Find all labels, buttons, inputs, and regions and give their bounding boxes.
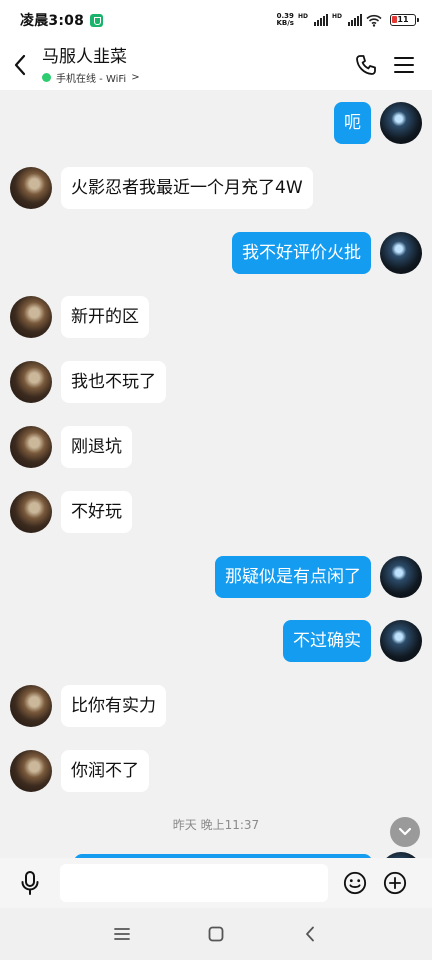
battery-icon: 11 xyxy=(390,14,419,26)
friend-avatar[interactable] xyxy=(10,685,52,727)
nav-home-icon xyxy=(208,926,224,942)
menu-icon xyxy=(394,57,414,73)
more-menu-button[interactable] xyxy=(392,53,416,77)
message-bubble[interactable]: 比你有实力 xyxy=(61,685,166,727)
message-bubble[interactable]: 刚退坑 xyxy=(61,426,132,468)
message-incoming: 新开的区 xyxy=(10,296,149,338)
friend-avatar[interactable] xyxy=(10,361,52,403)
message-outgoing: 我不好评价火批 xyxy=(232,232,422,274)
add-icon xyxy=(383,871,407,895)
network-speed: 0.39 KB/s xyxy=(276,13,293,27)
message-bubble[interactable]: 你润不了 xyxy=(61,750,149,792)
message-outgoing: 那疑似是有点闲了 xyxy=(215,556,422,598)
back-button[interactable] xyxy=(0,40,40,90)
nav-back-button[interactable] xyxy=(298,922,322,946)
emoji-button[interactable] xyxy=(343,871,367,895)
hd-label-2: HD xyxy=(331,13,342,20)
contact-status: 手机在线 - WiFi > xyxy=(42,70,140,85)
system-nav-bar xyxy=(0,908,432,960)
message-incoming: 我也不玩了 xyxy=(10,361,166,403)
nav-menu-button[interactable] xyxy=(110,922,134,946)
message-bubble[interactable]: 我不好评价火批 xyxy=(232,232,371,274)
self-avatar[interactable] xyxy=(380,232,422,274)
scroll-to-bottom-button[interactable] xyxy=(390,817,420,847)
message-bubble[interactable]: 那疑似是有点闲了 xyxy=(215,556,371,598)
back-icon xyxy=(14,54,26,76)
chevron-right-icon: > xyxy=(131,71,140,83)
message-incoming: 你润不了 xyxy=(10,750,149,792)
message-incoming: 比你有实力 xyxy=(10,685,166,727)
message-incoming: 刚退坑 xyxy=(10,426,132,468)
signal-icon-2 xyxy=(348,14,362,26)
chat-area[interactable]: 呃 火影忍者我最近一个月充了4W 我不好评价火批 新开的区 我也不玩了 刚退坑 … xyxy=(0,90,432,858)
microphone-icon xyxy=(21,871,39,895)
network-speed-unit: KB/s xyxy=(276,19,294,27)
message-bubble[interactable]: 不过确实 xyxy=(283,620,371,662)
message-incoming: 不好玩 xyxy=(10,491,132,533)
message-bubble[interactable]: 我也不玩了 xyxy=(61,361,166,403)
contact-info[interactable]: 马服人韭菜 手机在线 - WiFi > xyxy=(42,46,140,85)
input-actions xyxy=(343,871,407,895)
message-bubble[interactable]: 火影忍者我最近一个月充了4W xyxy=(61,167,313,209)
add-button[interactable] xyxy=(383,871,407,895)
nav-back-icon xyxy=(306,926,314,942)
friend-avatar[interactable] xyxy=(10,750,52,792)
nav-home-button[interactable] xyxy=(204,922,228,946)
status-bar: 凌晨3:08 0.39 KB/s HD HD 11 xyxy=(0,0,432,40)
message-bubble[interactable]: 新开的区 xyxy=(61,296,149,338)
call-button[interactable] xyxy=(354,53,378,77)
chevron-down-icon xyxy=(398,827,412,836)
message-outgoing: 不过确实 xyxy=(283,620,422,662)
wifi-icon xyxy=(366,14,382,27)
security-shield-icon xyxy=(90,13,104,27)
contact-status-text: 手机在线 - WiFi xyxy=(56,73,127,85)
header-actions xyxy=(354,53,432,77)
friend-avatar[interactable] xyxy=(10,491,52,533)
contact-name: 马服人韭菜 xyxy=(42,46,127,67)
message-timestamp: 昨天 晚上11:37 xyxy=(172,818,260,832)
message-bubble[interactable]: 不好玩 xyxy=(61,491,132,533)
self-avatar[interactable] xyxy=(380,102,422,144)
friend-avatar[interactable] xyxy=(10,167,52,209)
emoji-icon xyxy=(343,871,367,895)
message-bubble[interactable]: 呃 xyxy=(334,102,371,144)
status-indicators: 0.39 KB/s HD HD 11 xyxy=(276,13,419,27)
voice-button[interactable] xyxy=(0,870,60,896)
chat-header: 马服人韭菜 手机在线 - WiFi > xyxy=(0,40,432,90)
signal-icon-1 xyxy=(313,14,328,26)
message-incoming: 火影忍者我最近一个月充了4W xyxy=(10,167,313,209)
hd-label-1: HD xyxy=(297,13,308,20)
message-input[interactable] xyxy=(60,864,328,902)
self-avatar[interactable] xyxy=(380,620,422,662)
phone-icon xyxy=(356,55,376,75)
friend-avatar[interactable] xyxy=(10,426,52,468)
message-input-bar xyxy=(0,858,432,908)
status-time: 凌晨3:08 xyxy=(20,13,85,29)
online-status-dot xyxy=(42,72,51,82)
self-avatar[interactable] xyxy=(380,556,422,598)
friend-avatar[interactable] xyxy=(10,296,52,338)
message-outgoing: 呃 xyxy=(334,102,422,144)
nav-menu-icon xyxy=(114,928,130,940)
battery-level: 11 xyxy=(397,15,409,24)
